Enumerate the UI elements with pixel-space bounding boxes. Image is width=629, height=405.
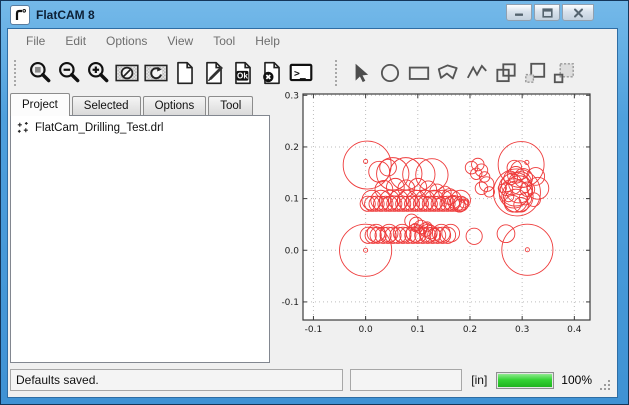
close-button[interactable] <box>562 4 594 21</box>
tree-item-label: FlatCam_Drilling_Test.drl <box>35 122 163 134</box>
x-tick-label: 0.1 <box>411 325 425 335</box>
accept-button[interactable]: Ok <box>228 58 257 87</box>
polygon-button[interactable] <box>433 58 462 87</box>
polygon-icon <box>435 60 461 86</box>
path-button[interactable] <box>462 58 491 87</box>
intersect-icon <box>522 60 548 86</box>
project-tree[interactable]: FlatCam_Drilling_Test.drl <box>10 115 270 363</box>
maximize-icon <box>542 8 553 18</box>
accept-icon: Ok <box>230 60 256 86</box>
flatcam-logo-icon <box>10 5 30 25</box>
rectangle-icon <box>406 60 432 86</box>
tree-item[interactable]: FlatCam_Drilling_Test.drl <box>11 116 269 135</box>
status-bar: Defaults saved. [in] 100% <box>8 365 617 397</box>
circle-icon <box>377 60 403 86</box>
x-tick-label: 0.2 <box>463 325 477 335</box>
notebook-panel: ProjectSelectedOptionsTool FlatCam_Drill… <box>8 92 270 365</box>
drill-marks-icon <box>15 120 30 135</box>
zoom-fit-icon <box>27 60 53 86</box>
svg-text:>_: >_ <box>293 68 305 79</box>
select-icon <box>348 60 374 86</box>
status-message-panel: Defaults saved. <box>10 369 343 391</box>
open-project-icon <box>201 60 227 86</box>
menu-item-help[interactable]: Help <box>245 29 290 53</box>
x-tick-label: 0.4 <box>567 325 582 335</box>
x-tick-label: 0.3 <box>515 325 529 335</box>
zoom-out-button[interactable] <box>54 58 83 87</box>
circle-button[interactable] <box>375 58 404 87</box>
plot-svg[interactable]: -0.1 0.0 0.1 0.2 0.3 0.4 -0.1 0.0 0.1 0.2 0.3 <box>270 92 615 344</box>
open-project-button[interactable] <box>199 58 228 87</box>
replot-button[interactable] <box>141 58 170 87</box>
toolbar-drag-handle[interactable] <box>335 60 340 86</box>
zoom-in-button[interactable] <box>83 58 112 87</box>
resize-grip-icon[interactable] <box>599 379 612 392</box>
menu-item-options[interactable]: Options <box>96 29 157 53</box>
menu-item-edit[interactable]: Edit <box>55 29 96 53</box>
progress-fill <box>498 374 552 387</box>
rectangle-button[interactable] <box>404 58 433 87</box>
maximize-button[interactable] <box>534 4 560 21</box>
tab-bar: ProjectSelectedOptionsTool <box>10 92 270 115</box>
x-tick-label: -0.1 <box>305 325 323 335</box>
cancel-icon <box>259 60 285 86</box>
replot-icon <box>143 60 169 86</box>
subtract-button[interactable] <box>549 58 578 87</box>
title-bar[interactable]: FlatCAM 8 <box>1 1 628 29</box>
menu-item-tool[interactable]: Tool <box>203 29 245 53</box>
tab-project[interactable]: Project <box>10 93 70 116</box>
y-tick-label: 0.1 <box>285 195 299 205</box>
svg-text:Ok: Ok <box>237 71 248 80</box>
intersect-button[interactable] <box>520 58 549 87</box>
tab-options[interactable]: Options <box>143 96 207 115</box>
y-tick-label: 0.2 <box>285 143 299 153</box>
menu-item-view[interactable]: View <box>157 29 203 53</box>
progress-bar <box>496 372 554 389</box>
minimize-icon <box>513 8 525 17</box>
y-tick-label: 0.0 <box>285 246 300 256</box>
y-tick-label: -0.1 <box>281 298 299 308</box>
client-area: FileEditOptionsViewToolHelp Ok>_ Project… <box>8 29 617 397</box>
toolbar: Ok >_ <box>8 53 617 92</box>
union-icon <box>493 60 519 86</box>
clear-plot-icon <box>114 60 140 86</box>
plot-canvas[interactable]: -0.1 0.0 0.1 0.2 0.3 0.4 -0.1 0.0 0.1 0.2 0.3 <box>270 92 617 365</box>
close-icon <box>573 8 584 18</box>
plot-toolbar: Ok >_ <box>12 58 315 87</box>
menu-bar: FileEditOptionsViewToolHelp <box>8 29 617 53</box>
y-tick-label: 0.3 <box>285 92 299 101</box>
toolbar-drag-handle[interactable] <box>14 60 19 86</box>
clear-plot-button[interactable] <box>112 58 141 87</box>
geometry-toolbar <box>333 58 578 87</box>
x-tick-label: 0.0 <box>358 325 373 335</box>
zoom-in-icon <box>85 60 111 86</box>
window-title: FlatCAM 8 <box>36 8 95 22</box>
tab-tool[interactable]: Tool <box>208 96 253 115</box>
new-project-button[interactable] <box>170 58 199 87</box>
subtract-icon <box>551 60 577 86</box>
zoom-out-icon <box>56 60 82 86</box>
union-button[interactable] <box>491 58 520 87</box>
units-label: [in] <box>469 373 489 387</box>
cancel-button[interactable] <box>257 58 286 87</box>
path-icon <box>464 60 490 86</box>
shell-button[interactable]: >_ <box>286 58 315 87</box>
status-message: Defaults saved. <box>16 373 99 387</box>
tab-selected[interactable]: Selected <box>72 96 141 115</box>
minimize-button[interactable] <box>506 4 532 21</box>
shell-icon: >_ <box>288 60 314 86</box>
menu-item-file[interactable]: File <box>16 29 55 53</box>
select-button[interactable] <box>346 58 375 87</box>
progress-percent-label: 100% <box>561 373 592 387</box>
app-window: FlatCAM 8 FileEditOptionsViewToolHelp Ok… <box>0 0 629 405</box>
status-secondary-panel <box>350 369 462 391</box>
new-project-icon <box>172 60 198 86</box>
zoom-fit-button[interactable] <box>25 58 54 87</box>
